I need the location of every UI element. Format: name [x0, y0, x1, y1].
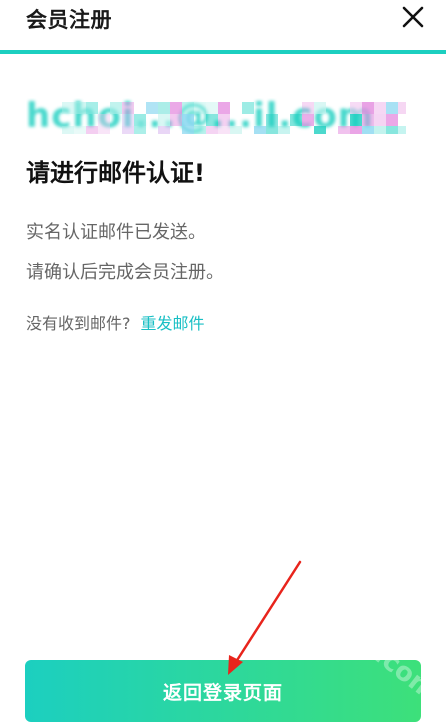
mosaic-cell [170, 114, 182, 126]
mosaic-cell [158, 102, 170, 114]
mosaic-cell [266, 126, 278, 134]
mosaic-cell [182, 102, 194, 114]
mosaic-cell [398, 102, 406, 114]
mosaic-cell [134, 126, 146, 134]
mosaic-cell [134, 114, 146, 126]
close-icon [402, 6, 424, 28]
mosaic-cell [62, 102, 74, 114]
mosaic-cell [158, 126, 170, 134]
mosaic-cell [374, 102, 386, 114]
page-title: 会员注册 [26, 8, 112, 32]
verification-heading: 请进行邮件认证! [26, 159, 205, 187]
mosaic-cell [314, 126, 326, 134]
mosaic-cell [98, 114, 110, 126]
mosaic-cell [74, 102, 86, 114]
confirm-message: 请确认后完成会员注册。 [26, 262, 224, 283]
mosaic-cell [278, 126, 290, 134]
mosaic-cell [362, 102, 374, 114]
mosaic-cell [194, 102, 206, 114]
header-accent-divider [0, 50, 446, 54]
mosaic-cell [266, 114, 278, 126]
mosaic-cell [386, 102, 398, 114]
mosaic-cell [338, 126, 350, 134]
mosaic-cell [386, 126, 398, 134]
mosaic-cell [218, 126, 230, 134]
mosaic-cell [170, 102, 182, 114]
mosaic-cell [194, 126, 206, 134]
mosaic-cell [386, 114, 398, 126]
mosaic-cell [350, 102, 362, 114]
sent-message: 实名认证邮件已发送。 [26, 222, 206, 243]
mosaic-cell [254, 126, 266, 134]
mosaic-cell [362, 126, 374, 134]
mosaic-cell [218, 102, 230, 114]
mosaic-cell [182, 126, 194, 134]
mosaic-cell [74, 126, 86, 134]
mosaic-cell [242, 102, 254, 114]
mosaic-cell [62, 126, 74, 134]
mosaic-cell [302, 114, 314, 126]
mosaic-cell [362, 114, 374, 126]
header: 会员注册 [0, 0, 446, 52]
mosaic-cell [206, 114, 218, 126]
mosaic-cell [314, 102, 326, 114]
resend-row: 没有收到邮件? 重发邮件 [26, 310, 205, 334]
registration-page: 会员注册 hchoi...@...il.com 请进行邮件认证! 实名认证邮件已… [0, 0, 446, 727]
mosaic-cell [218, 114, 230, 126]
email-mosaic-overlay [62, 102, 406, 134]
mosaic-cell [122, 126, 134, 134]
mosaic-cell [290, 114, 302, 126]
mosaic-cell [230, 126, 242, 134]
mosaic-cell [86, 102, 98, 114]
resend-prompt: 没有收到邮件? [26, 314, 131, 333]
mosaic-cell [122, 102, 134, 114]
mosaic-cell [350, 126, 362, 134]
mosaic-cell [98, 126, 110, 134]
resend-email-link[interactable]: 重发邮件 [141, 314, 205, 333]
back-to-login-button[interactable]: 返回登录页面 [25, 660, 421, 722]
mosaic-cell [398, 126, 406, 134]
mosaic-cell [182, 114, 194, 126]
mosaic-cell [350, 114, 362, 126]
mosaic-cell [374, 126, 386, 134]
mosaic-cell [110, 102, 122, 114]
mosaic-cell [374, 114, 386, 126]
mosaic-cell [122, 114, 134, 126]
mosaic-cell [158, 114, 170, 126]
mosaic-cell [206, 102, 218, 114]
mosaic-cell [206, 126, 218, 134]
close-button[interactable] [398, 2, 428, 32]
mosaic-cell [146, 102, 158, 114]
mosaic-cell [302, 102, 314, 114]
email-address-obscured: hchoi...@...il.com [26, 98, 406, 134]
mosaic-cell [86, 126, 98, 134]
